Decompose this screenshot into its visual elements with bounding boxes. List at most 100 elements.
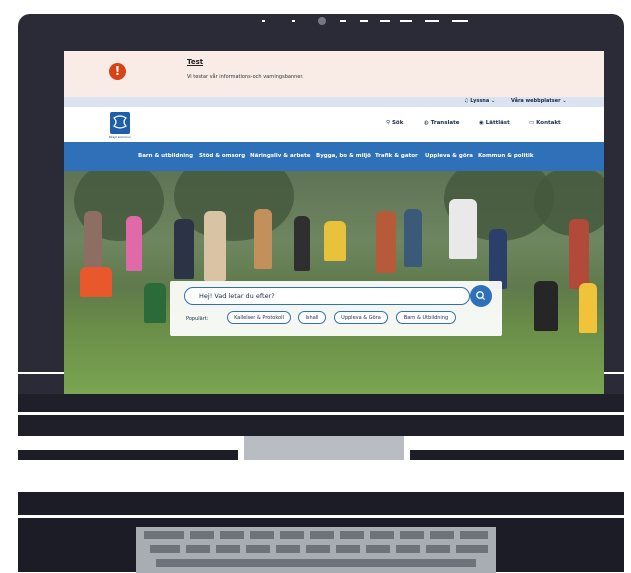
keyboard-key bbox=[280, 531, 304, 539]
webcam-icon bbox=[318, 17, 326, 25]
keyboard-key bbox=[220, 531, 244, 539]
nav-item-stod-omsorg[interactable]: Stöd & omsorg bbox=[199, 153, 245, 159]
warning-banner: ! Test Vi testar vår informations-och va… bbox=[64, 51, 604, 97]
popular-chip-uppleva[interactable]: Uppleva & Göra bbox=[334, 311, 388, 324]
laptop-base bbox=[18, 394, 624, 436]
logo-emblem-icon bbox=[113, 115, 127, 129]
keyboard-key bbox=[340, 531, 364, 539]
nav-item-bygga-bo-miljo[interactable]: Bygga, bo & miljö bbox=[316, 153, 371, 159]
hero-person bbox=[126, 216, 142, 271]
frame-detail bbox=[360, 20, 368, 22]
site-search-input[interactable]: Hej! Vad letar du efter? bbox=[184, 287, 470, 305]
keyboard-key bbox=[370, 531, 394, 539]
nav-item-trafik-gator[interactable]: Trafik & gator bbox=[375, 153, 418, 159]
logo[interactable] bbox=[110, 112, 130, 134]
banner-title-link[interactable]: Test bbox=[187, 58, 203, 66]
site-header: Eksjö kommun ⚲ Sök ◍ Translate ◉ Lättläs… bbox=[64, 107, 604, 142]
popular-chip-barn[interactable]: Barn & Utbildning bbox=[396, 311, 456, 324]
nav-item-uppleva-gora[interactable]: Uppleva & göra bbox=[425, 153, 473, 159]
keyboard-key bbox=[150, 545, 180, 553]
popular-chip-kallelser[interactable]: Kallelser & Protokoll bbox=[227, 311, 291, 324]
search-icon: ⚲ bbox=[386, 120, 391, 126]
frame-detail bbox=[18, 372, 64, 374]
websites-dropdown[interactable]: Våra webbplatser ⌄ bbox=[511, 98, 567, 104]
hero-person bbox=[294, 216, 310, 271]
frame-detail bbox=[425, 20, 439, 22]
keyboard-key bbox=[456, 545, 488, 553]
frame-detail bbox=[400, 20, 412, 22]
keyboard-key bbox=[190, 531, 214, 539]
banner-text: Vi testar vår informations-och varningsb… bbox=[187, 74, 304, 80]
frame-detail bbox=[340, 20, 346, 22]
hero-person bbox=[254, 209, 272, 269]
hero-person bbox=[144, 283, 166, 323]
hero-person bbox=[579, 283, 597, 333]
keyboard-key bbox=[366, 545, 390, 553]
contact-label: Kontakt bbox=[536, 120, 561, 126]
frame-detail bbox=[262, 20, 265, 22]
logo-text: Eksjö kommun bbox=[109, 135, 131, 139]
keyboard-key bbox=[460, 531, 488, 539]
chat-icon: ▭ bbox=[529, 120, 535, 126]
keyboard-key bbox=[396, 545, 420, 553]
listen-button[interactable]: ♫ Lyssna ⌄ bbox=[464, 98, 495, 104]
frame-detail bbox=[18, 515, 624, 518]
chevron-down-icon: ⌄ bbox=[490, 98, 496, 104]
main-nav: Barn & utbildning Stöd & omsorg Näringsl… bbox=[64, 142, 604, 171]
hero-person bbox=[204, 211, 226, 281]
popular-label: Populärt: bbox=[186, 316, 209, 322]
websites-label: Våra webbplatser bbox=[511, 98, 561, 104]
exclamation-icon: ! bbox=[109, 63, 126, 80]
contact-link[interactable]: ▭ Kontakt bbox=[529, 120, 561, 126]
hero-person bbox=[80, 267, 112, 297]
keyboard-key bbox=[186, 545, 210, 553]
translate-link[interactable]: ◍ Translate bbox=[424, 120, 459, 126]
search-placeholder: Hej! Vad letar du efter? bbox=[199, 292, 275, 300]
listen-icon: ♫ bbox=[464, 98, 469, 104]
keyboard-key bbox=[336, 545, 360, 553]
keyboard bbox=[136, 527, 496, 573]
keyboard-key bbox=[430, 531, 454, 539]
hero-flowers bbox=[324, 221, 346, 261]
globe-icon: ◍ bbox=[424, 120, 429, 126]
listen-label: Lyssna bbox=[470, 98, 490, 104]
hero-person bbox=[84, 211, 102, 271]
eye-icon: ◉ bbox=[479, 120, 484, 126]
easy-read-link[interactable]: ◉ Lättläst bbox=[479, 120, 510, 126]
frame-detail bbox=[18, 412, 624, 415]
nav-item-naringsliv-arbete[interactable]: Näringsliv & arbete bbox=[250, 153, 310, 159]
search-link-label: Sök bbox=[391, 120, 404, 126]
keyboard-key bbox=[310, 531, 334, 539]
search-link[interactable]: ⚲ Sök bbox=[386, 120, 403, 126]
utility-bar: ♫ Lyssna ⌄ Våra webbplatser ⌄ bbox=[64, 97, 604, 107]
keyboard-key bbox=[276, 545, 300, 553]
keyboard-key bbox=[426, 545, 450, 553]
keyboard-key bbox=[156, 559, 476, 567]
popular-chip-ishall[interactable]: Ishall bbox=[298, 311, 326, 324]
hero-person bbox=[404, 209, 422, 267]
website-screen: ! Test Vi testar vår informations-och va… bbox=[64, 51, 604, 394]
search-icon bbox=[476, 291, 486, 301]
chevron-down-icon: ⌄ bbox=[562, 98, 567, 104]
hero-horse bbox=[449, 199, 477, 259]
frame-detail bbox=[18, 450, 238, 460]
hero-person bbox=[569, 219, 589, 289]
frame-detail bbox=[292, 20, 295, 22]
hero-person bbox=[376, 211, 396, 273]
keyboard-key bbox=[250, 531, 274, 539]
keyboard-key bbox=[400, 531, 424, 539]
hero-person bbox=[489, 229, 507, 289]
keyboard-key bbox=[144, 531, 184, 539]
laptop-hinge bbox=[244, 436, 404, 460]
easy-read-label: Lättläst bbox=[485, 120, 510, 126]
keyboard-key bbox=[246, 545, 270, 553]
keyboard-key bbox=[306, 545, 330, 553]
frame-detail bbox=[410, 450, 624, 460]
hero-person bbox=[534, 281, 558, 331]
nav-item-kommun-politik[interactable]: Kommun & politik bbox=[478, 153, 534, 159]
keyboard-key bbox=[216, 545, 240, 553]
search-submit-button[interactable] bbox=[470, 285, 492, 307]
nav-item-barn-utbildning[interactable]: Barn & utbildning bbox=[138, 153, 193, 159]
frame-detail bbox=[452, 20, 468, 22]
frame-detail bbox=[604, 372, 624, 374]
